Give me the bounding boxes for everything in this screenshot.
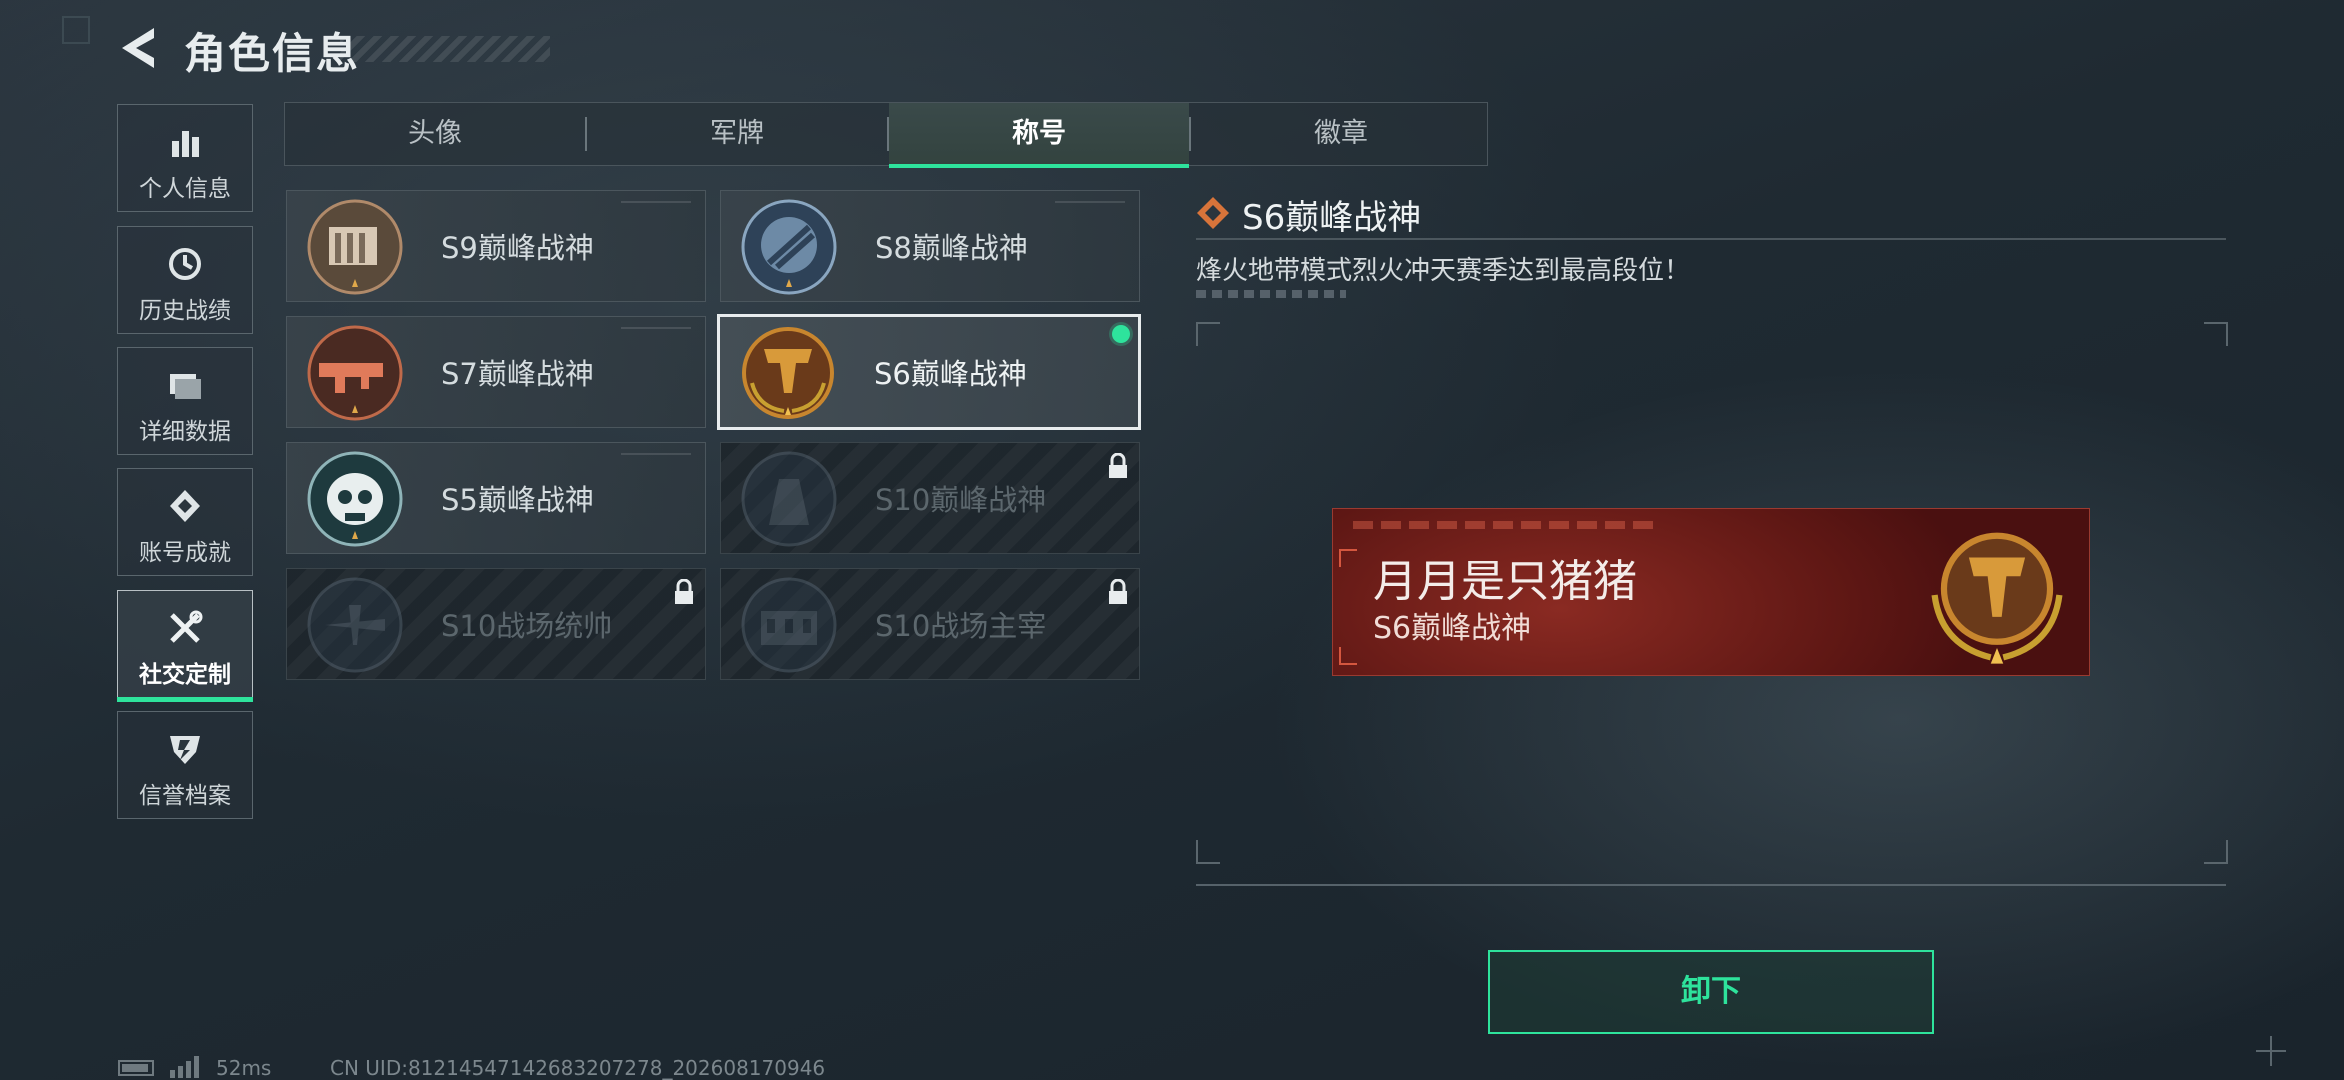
title-name: S5巅峰战神 — [441, 483, 594, 517]
lock-icon — [1109, 453, 1127, 478]
tab-avatar[interactable]: 头像 — [285, 103, 585, 165]
history-clock-icon — [169, 248, 201, 280]
bar-chart-icon — [172, 131, 199, 157]
card-decoration — [621, 327, 691, 329]
emblem-aircraft-icon — [307, 577, 403, 673]
sidebar-item-personal-info[interactable]: 个人信息 — [117, 104, 253, 212]
emblem-tower-icon — [741, 451, 837, 547]
title-card[interactable]: S7巅峰战神 — [286, 316, 706, 428]
ping-text: 52ms — [216, 1056, 272, 1080]
sidebar-item-label: 账号成就 — [139, 540, 231, 566]
title-name: S8巅峰战神 — [875, 231, 1028, 265]
frame-corner — [2204, 840, 2228, 864]
tools-icon — [170, 610, 203, 643]
sidebar-item-label: 社交定制 — [139, 662, 231, 688]
folder-icon — [170, 374, 201, 399]
title-card-selected[interactable]: S6巅峰战神 — [717, 314, 1141, 430]
sidebar-item-label: 历史战绩 — [139, 298, 231, 324]
banner-corner — [1339, 549, 1357, 567]
battery-icon — [118, 1060, 154, 1076]
preview-title: S6巅峰战神 — [1373, 611, 1532, 646]
divider — [1196, 238, 2226, 240]
diamond-icon — [1197, 197, 1229, 229]
tab-badge[interactable]: 徽章 — [1191, 103, 1491, 165]
medal-icon — [170, 490, 200, 522]
title-card-locked[interactable]: S10战场统帅 — [286, 568, 706, 680]
title-name: S9巅峰战神 — [441, 231, 594, 265]
corner-marker — [62, 16, 90, 44]
sidebar-item-social-custom[interactable]: 社交定制 — [117, 590, 253, 702]
title-preview-banner: 月月是只猪猪 S6巅峰战神 — [1332, 508, 2090, 676]
player-name: 月月是只猪猪 — [1373, 556, 1637, 607]
unequip-button[interactable]: 卸下 — [1488, 950, 1934, 1034]
divider — [1196, 884, 2226, 886]
emblem-t-icon — [1931, 532, 2063, 664]
tab-title[interactable]: 称号 — [889, 103, 1189, 168]
page-title: 角色信息 — [184, 29, 361, 78]
sidebar-item-detailed-data[interactable]: 详细数据 — [117, 347, 253, 455]
tab-bar: 头像 军牌 称号 徽章 — [284, 102, 1491, 168]
emblem-skull-icon — [307, 451, 403, 547]
sidebar-item-history[interactable]: 历史战绩 — [117, 226, 253, 334]
title-name: S6巅峰战神 — [874, 357, 1027, 391]
shield-icon — [170, 736, 200, 764]
title-card-locked[interactable]: S10巅峰战神 — [720, 442, 1140, 554]
sidebar-item-label: 个人信息 — [139, 176, 231, 202]
sidebar-item-achievements[interactable]: 账号成就 — [117, 468, 253, 576]
uid-text: CN UID:81214547142683207278_202608170946 — [330, 1056, 826, 1080]
lock-icon — [1109, 579, 1127, 604]
card-decoration — [1055, 201, 1125, 203]
emblem-colosseum-icon — [741, 577, 837, 673]
emblem-building-icon — [307, 199, 403, 295]
card-decoration — [621, 201, 691, 203]
emblem-gun-icon — [307, 325, 403, 421]
banner-stripe — [1353, 521, 1653, 529]
card-decoration — [621, 453, 691, 455]
title-name: S10巅峰战神 — [875, 483, 1047, 517]
decorative-text-bar — [1196, 290, 1346, 298]
detail-title: S6巅峰战神 — [1242, 198, 1422, 238]
title-card-locked[interactable]: S10战场主宰 — [720, 568, 1140, 680]
title-name: S10战场主宰 — [875, 609, 1047, 643]
lock-icon — [675, 579, 693, 604]
frame-corner — [1196, 322, 1220, 346]
sidebar-item-label: 详细数据 — [139, 419, 231, 445]
banner-corner — [1339, 647, 1357, 665]
title-stripes — [340, 36, 550, 62]
title-card[interactable]: S5巅峰战神 — [286, 442, 706, 554]
title-card[interactable]: S9巅峰战神 — [286, 190, 706, 302]
frame-corner — [2204, 322, 2228, 346]
title-name: S10战场统帅 — [441, 609, 613, 643]
sidebar-item-reputation[interactable]: 信誉档案 — [117, 711, 253, 819]
title-card[interactable]: S8巅峰战神 — [720, 190, 1140, 302]
sidebar-item-label: 信誉档案 — [139, 783, 231, 809]
frame-corner — [1196, 840, 1220, 864]
signal-icon — [170, 1056, 199, 1078]
title-name: S7巅峰战神 — [441, 357, 594, 391]
equipped-indicator — [1112, 325, 1130, 343]
tab-dog-tag[interactable]: 军牌 — [587, 103, 887, 165]
crosshair-icon — [2256, 1036, 2286, 1066]
emblem-t-icon — [742, 327, 834, 419]
emblem-globe-icon — [741, 199, 837, 295]
detail-description: 烽火地带模式烈火冲天赛季达到最高段位！ — [1196, 256, 1691, 286]
back-arrow-icon[interactable] — [118, 26, 160, 70]
